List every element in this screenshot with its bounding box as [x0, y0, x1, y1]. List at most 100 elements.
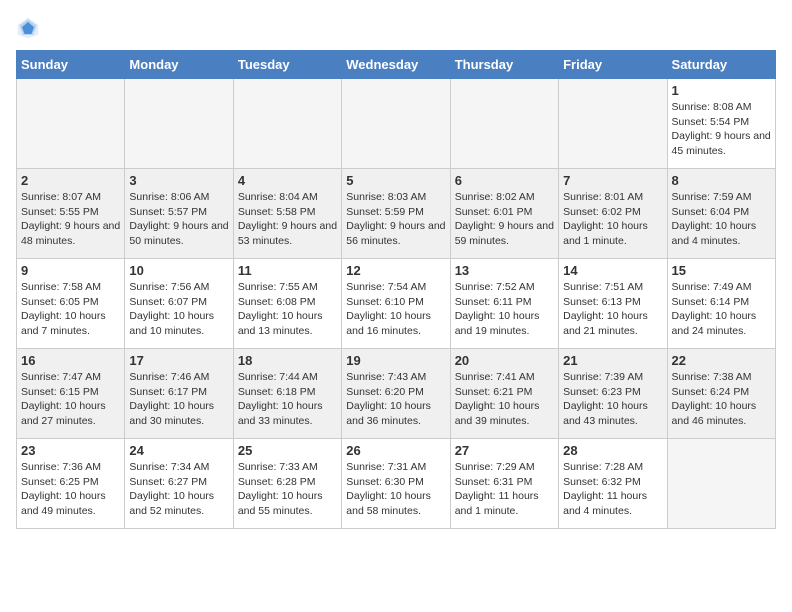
- calendar-week-row: 1Sunrise: 8:08 AM Sunset: 5:54 PM Daylig…: [17, 79, 776, 169]
- calendar-cell: 27 Sunrise: 7:29 AM Sunset: 6:31 PM Dayli…: [450, 439, 558, 529]
- day-info: Sunrise: 8:08 AM Sunset: 5:54 PM Dayligh…: [672, 100, 771, 159]
- calendar-cell: 25 Sunrise: 7:33 AM Sunset: 6:28 PM Dayli…: [233, 439, 341, 529]
- day-number: 17: [129, 353, 228, 368]
- calendar-cell: 7 Sunrise: 8:01 AM Sunset: 6:02 PM Daylig…: [559, 169, 667, 259]
- weekday-header-sunday: Sunday: [17, 51, 125, 79]
- calendar-cell: [233, 79, 341, 169]
- calendar-week-row: 9 Sunrise: 7:58 AM Sunset: 6:05 PM Daylig…: [17, 259, 776, 349]
- day-number: 7: [563, 173, 662, 188]
- day-number: 5: [346, 173, 445, 188]
- day-info: Sunrise: 8:06 AM Sunset: 5:57 PM Dayligh…: [129, 190, 228, 249]
- day-number: 8: [672, 173, 771, 188]
- day-number: 25: [238, 443, 337, 458]
- day-info: Sunrise: 7:49 AM Sunset: 6:14 PM Dayligh…: [672, 280, 771, 339]
- day-number: 20: [455, 353, 554, 368]
- calendar-cell: 22 Sunrise: 7:38 AM Sunset: 6:24 PM Dayli…: [667, 349, 775, 439]
- day-info: Sunrise: 7:43 AM Sunset: 6:20 PM Dayligh…: [346, 370, 445, 429]
- day-number: 24: [129, 443, 228, 458]
- calendar-week-row: 2 Sunrise: 8:07 AM Sunset: 5:55 PM Daylig…: [17, 169, 776, 259]
- calendar-table: SundayMondayTuesdayWednesdayThursdayFrid…: [16, 50, 776, 529]
- day-info: Sunrise: 7:29 AM Sunset: 6:31 PM Dayligh…: [455, 460, 554, 519]
- calendar-cell: 26 Sunrise: 7:31 AM Sunset: 6:30 PM Dayli…: [342, 439, 450, 529]
- day-number: 4: [238, 173, 337, 188]
- calendar-cell: 23 Sunrise: 7:36 AM Sunset: 6:25 PM Dayli…: [17, 439, 125, 529]
- calendar-cell: [559, 79, 667, 169]
- calendar-cell: [667, 439, 775, 529]
- day-number: 2: [21, 173, 120, 188]
- day-number: 3: [129, 173, 228, 188]
- calendar-cell: 14 Sunrise: 7:51 AM Sunset: 6:13 PM Dayli…: [559, 259, 667, 349]
- day-info: Sunrise: 8:07 AM Sunset: 5:55 PM Dayligh…: [21, 190, 120, 249]
- day-number: 9: [21, 263, 120, 278]
- day-info: Sunrise: 7:28 AM Sunset: 6:32 PM Dayligh…: [563, 460, 662, 519]
- calendar-cell: 21 Sunrise: 7:39 AM Sunset: 6:23 PM Dayli…: [559, 349, 667, 439]
- day-info: Sunrise: 7:59 AM Sunset: 6:04 PM Dayligh…: [672, 190, 771, 249]
- day-info: Sunrise: 8:04 AM Sunset: 5:58 PM Dayligh…: [238, 190, 337, 249]
- calendar-cell: 9 Sunrise: 7:58 AM Sunset: 6:05 PM Daylig…: [17, 259, 125, 349]
- day-info: Sunrise: 7:36 AM Sunset: 6:25 PM Dayligh…: [21, 460, 120, 519]
- weekday-header-monday: Monday: [125, 51, 233, 79]
- day-info: Sunrise: 7:38 AM Sunset: 6:24 PM Dayligh…: [672, 370, 771, 429]
- day-number: 27: [455, 443, 554, 458]
- calendar-cell: 1Sunrise: 8:08 AM Sunset: 5:54 PM Daylig…: [667, 79, 775, 169]
- day-number: 23: [21, 443, 120, 458]
- calendar-cell: [17, 79, 125, 169]
- day-info: Sunrise: 7:58 AM Sunset: 6:05 PM Dayligh…: [21, 280, 120, 339]
- day-number: 28: [563, 443, 662, 458]
- day-info: Sunrise: 7:33 AM Sunset: 6:28 PM Dayligh…: [238, 460, 337, 519]
- calendar-cell: [450, 79, 558, 169]
- day-info: Sunrise: 7:55 AM Sunset: 6:08 PM Dayligh…: [238, 280, 337, 339]
- day-info: Sunrise: 7:54 AM Sunset: 6:10 PM Dayligh…: [346, 280, 445, 339]
- calendar-cell: [342, 79, 450, 169]
- calendar-cell: 6Sunrise: 8:02 AM Sunset: 6:01 PM Daylig…: [450, 169, 558, 259]
- day-info: Sunrise: 7:34 AM Sunset: 6:27 PM Dayligh…: [129, 460, 228, 519]
- page-header: [16, 16, 776, 40]
- weekday-header-saturday: Saturday: [667, 51, 775, 79]
- weekday-header-thursday: Thursday: [450, 51, 558, 79]
- calendar-cell: 19 Sunrise: 7:43 AM Sunset: 6:20 PM Dayli…: [342, 349, 450, 439]
- day-number: 26: [346, 443, 445, 458]
- calendar-cell: 12 Sunrise: 7:54 AM Sunset: 6:10 PM Dayli…: [342, 259, 450, 349]
- day-info: Sunrise: 7:39 AM Sunset: 6:23 PM Dayligh…: [563, 370, 662, 429]
- day-number: 19: [346, 353, 445, 368]
- calendar-cell: 2 Sunrise: 8:07 AM Sunset: 5:55 PM Daylig…: [17, 169, 125, 259]
- logo-icon: [16, 16, 40, 40]
- day-number: 22: [672, 353, 771, 368]
- weekday-header-row: SundayMondayTuesdayWednesdayThursdayFrid…: [17, 51, 776, 79]
- day-info: Sunrise: 7:56 AM Sunset: 6:07 PM Dayligh…: [129, 280, 228, 339]
- day-number: 18: [238, 353, 337, 368]
- calendar-cell: 17 Sunrise: 7:46 AM Sunset: 6:17 PM Dayli…: [125, 349, 233, 439]
- day-info: Sunrise: 7:46 AM Sunset: 6:17 PM Dayligh…: [129, 370, 228, 429]
- calendar-cell: 11Sunrise: 7:55 AM Sunset: 6:08 PM Dayli…: [233, 259, 341, 349]
- calendar-cell: 15 Sunrise: 7:49 AM Sunset: 6:14 PM Dayli…: [667, 259, 775, 349]
- day-number: 21: [563, 353, 662, 368]
- calendar-cell: 4 Sunrise: 8:04 AM Sunset: 5:58 PM Daylig…: [233, 169, 341, 259]
- day-info: Sunrise: 7:51 AM Sunset: 6:13 PM Dayligh…: [563, 280, 662, 339]
- calendar-cell: 20Sunrise: 7:41 AM Sunset: 6:21 PM Dayli…: [450, 349, 558, 439]
- calendar-cell: 24 Sunrise: 7:34 AM Sunset: 6:27 PM Dayli…: [125, 439, 233, 529]
- day-number: 15: [672, 263, 771, 278]
- day-info: Sunrise: 7:52 AM Sunset: 6:11 PM Dayligh…: [455, 280, 554, 339]
- calendar-week-row: 23 Sunrise: 7:36 AM Sunset: 6:25 PM Dayli…: [17, 439, 776, 529]
- day-info: Sunrise: 7:44 AM Sunset: 6:18 PM Dayligh…: [238, 370, 337, 429]
- calendar-week-row: 16Sunrise: 7:47 AM Sunset: 6:15 PM Dayli…: [17, 349, 776, 439]
- calendar-cell: 28 Sunrise: 7:28 AM Sunset: 6:32 PM Dayli…: [559, 439, 667, 529]
- day-info: Sunrise: 7:31 AM Sunset: 6:30 PM Dayligh…: [346, 460, 445, 519]
- day-info: Sunrise: 8:02 AM Sunset: 6:01 PM Dayligh…: [455, 190, 554, 249]
- calendar-cell: [125, 79, 233, 169]
- calendar-cell: 10Sunrise: 7:56 AM Sunset: 6:07 PM Dayli…: [125, 259, 233, 349]
- logo: [16, 16, 44, 40]
- weekday-header-friday: Friday: [559, 51, 667, 79]
- calendar-cell: 8 Sunrise: 7:59 AM Sunset: 6:04 PM Daylig…: [667, 169, 775, 259]
- calendar-cell: 3 Sunrise: 8:06 AM Sunset: 5:57 PM Daylig…: [125, 169, 233, 259]
- calendar-cell: 18 Sunrise: 7:44 AM Sunset: 6:18 PM Dayli…: [233, 349, 341, 439]
- calendar-cell: 5 Sunrise: 8:03 AM Sunset: 5:59 PM Daylig…: [342, 169, 450, 259]
- day-info: Sunrise: 8:01 AM Sunset: 6:02 PM Dayligh…: [563, 190, 662, 249]
- day-info: Sunrise: 8:03 AM Sunset: 5:59 PM Dayligh…: [346, 190, 445, 249]
- weekday-header-tuesday: Tuesday: [233, 51, 341, 79]
- day-number: 14: [563, 263, 662, 278]
- calendar-cell: 16Sunrise: 7:47 AM Sunset: 6:15 PM Dayli…: [17, 349, 125, 439]
- day-number: 12: [346, 263, 445, 278]
- day-number: 16: [21, 353, 120, 368]
- day-number: 13: [455, 263, 554, 278]
